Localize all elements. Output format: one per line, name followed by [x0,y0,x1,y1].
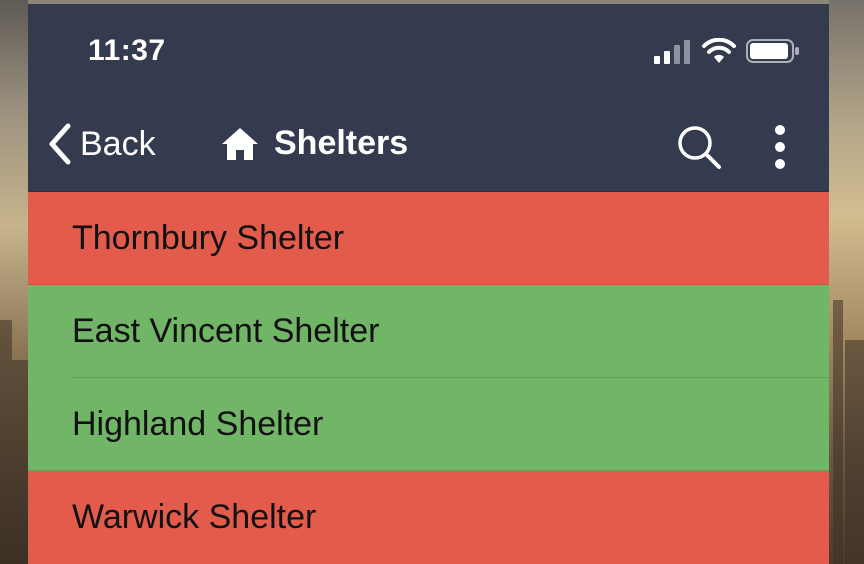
list-item[interactable]: Highland Shelter [28,378,829,471]
status-time: 11:37 [88,34,166,67]
battery-icon [746,39,799,63]
status-bar: 11:37 [28,4,829,102]
background-left [0,0,28,564]
list-item[interactable]: Warwick Shelter [28,471,829,564]
cellular-signal-icon [654,40,690,64]
list-item[interactable]: Thornbury Shelter [28,192,829,285]
background-right [829,0,864,564]
search-icon[interactable] [676,124,722,170]
back-button[interactable]: Back [46,122,156,166]
list-item-label: East Vincent Shelter [72,312,380,350]
list-item-label: Warwick Shelter [72,498,317,536]
list-item[interactable]: East Vincent Shelter [28,285,829,378]
home-icon [222,127,258,160]
chevron-left-icon [49,123,71,165]
back-label: Back [80,124,156,163]
page-title-text: Shelters [274,124,409,162]
shelter-list: Thornbury Shelter East Vincent Shelter H… [28,192,829,564]
phone-screen: 11:37 Back Shelters Thornbury Shelter Ea… [28,4,829,564]
page-title: Shelters [220,124,408,163]
list-item-label: Highland Shelter [72,405,324,443]
navigation-bar: Back Shelters [28,102,829,192]
list-item-label: Thornbury Shelter [72,219,345,257]
wifi-icon [702,38,736,63]
more-vertical-icon[interactable] [768,122,792,172]
